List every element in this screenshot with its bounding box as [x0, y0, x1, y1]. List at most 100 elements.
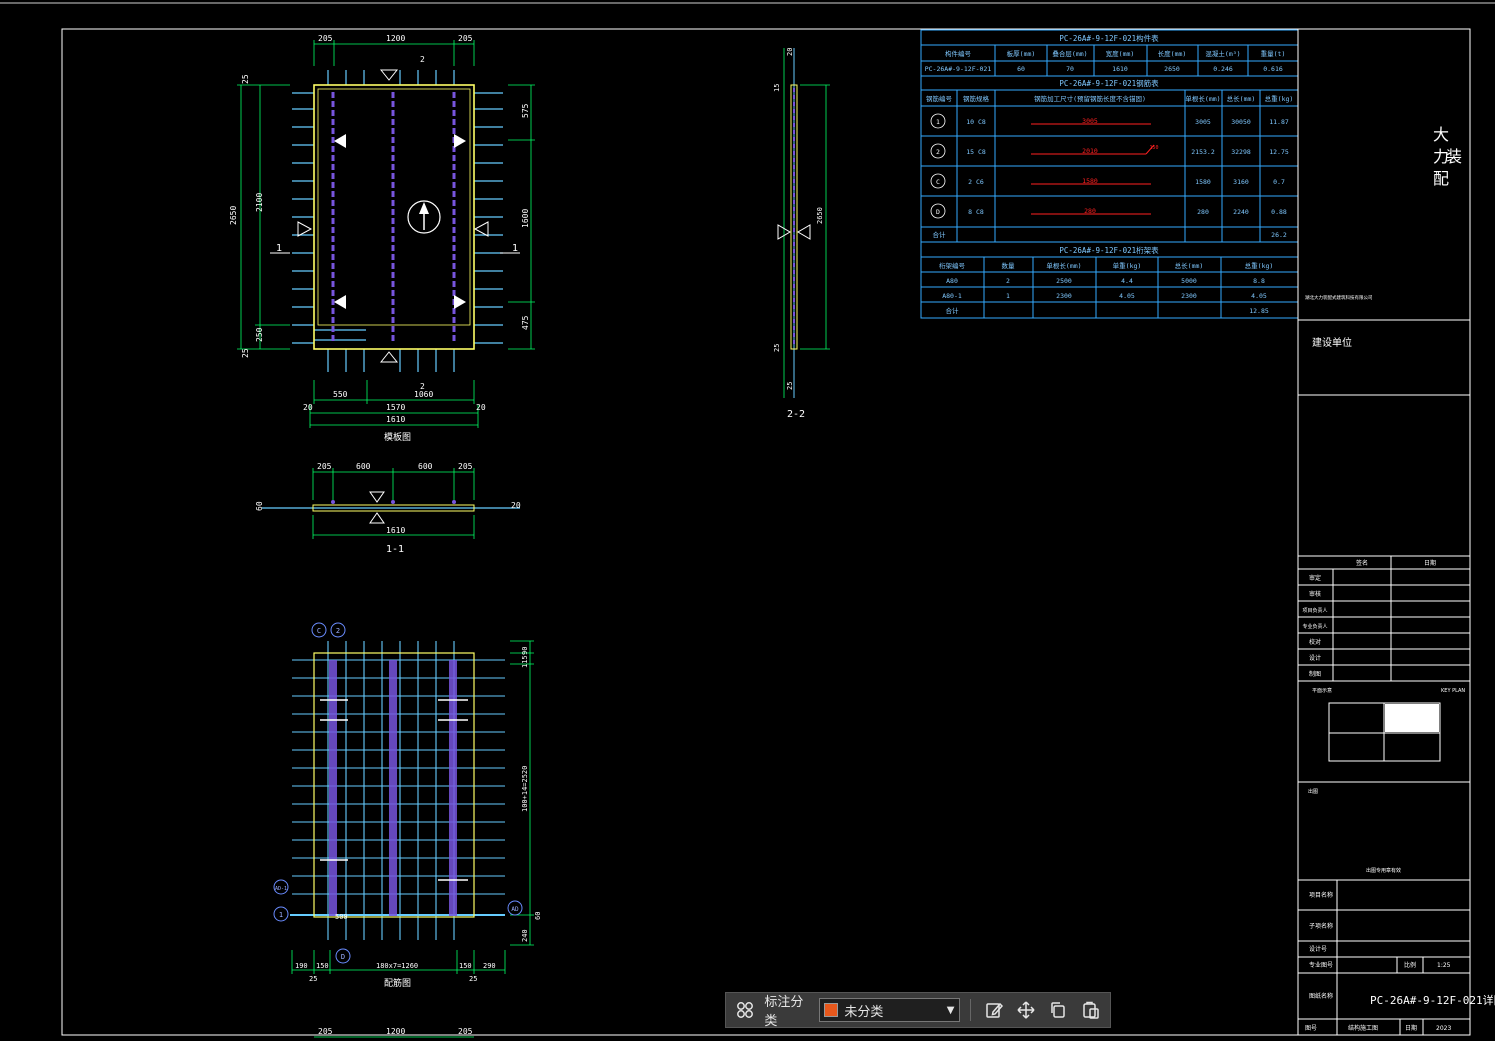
prop-c4: 2650 [1164, 65, 1180, 73]
rv-caption: 配筋图 [384, 977, 411, 989]
tag-text-1: 1 [279, 911, 283, 919]
s11-dim-bottom: 1610 [386, 526, 405, 535]
truss-h5: 总重(kg) [1245, 261, 1274, 270]
date-label: 日期 [1405, 1024, 1417, 1032]
rebar-h2: 钢筋加工尺寸(预留钢筋长度不含锚固) [1034, 94, 1146, 103]
cad-drawing-canvas[interactable]: 205 1200 205 2650 2100 25 250 25 575 160… [0, 0, 1495, 1041]
copy-icon[interactable] [1045, 996, 1071, 1024]
rv-right-1: 115 [521, 655, 529, 668]
truss-r0-c1: 2 [1006, 277, 1010, 285]
rebar-r3-id: D [936, 208, 940, 216]
prop-h2: 叠合层(mm) [1052, 49, 1087, 58]
prop-h1: 板厚(mm) [1007, 49, 1036, 58]
rv-right-0: 90 [521, 647, 529, 655]
tag-text-ad1: AD-1 [275, 886, 287, 892]
category-select[interactable]: 未分类 ▼ [819, 998, 960, 1022]
rv-bottom-4: 290 [483, 962, 496, 970]
truss-r0-c2: 2500 [1056, 277, 1072, 285]
rv-bottom-0: 190 [295, 962, 308, 970]
dim-bottom-total-2: 20 [476, 403, 486, 412]
truss-h4: 总长(mm) [1175, 261, 1204, 270]
section-mark-right: 1 [512, 243, 518, 254]
rebar-r2-spec: 2 C6 [968, 178, 984, 186]
paste-icon[interactable] [1078, 996, 1104, 1024]
s11-side-right: 20 [511, 501, 521, 510]
dim-bottom-1: 1060 [414, 390, 433, 399]
info-row-0: 项目名称 [1309, 891, 1333, 899]
truss-r0-c0: A80 [946, 277, 958, 285]
s11-dim-1: 600 [356, 462, 371, 471]
rebar-r3-total: 2240 [1233, 208, 1249, 216]
truss-r1-c4: 2300 [1181, 292, 1197, 300]
section-mark-left: 1 [276, 243, 282, 254]
dim-left-small-2: 25 [241, 348, 250, 358]
prop-c2: 70 [1066, 65, 1074, 73]
s22-label-3: 25 [786, 382, 794, 390]
section-2-2-view: 20 15 25 25 2650 2-2 [773, 48, 830, 420]
rebar-r0-spec: 10 C8 [966, 118, 986, 126]
dim-left-outer: 2650 [229, 206, 238, 225]
truss-total-label: 合计 [946, 306, 960, 315]
s22-caption: 2-2 [787, 409, 805, 420]
prop-h0: 构件编号 [945, 49, 972, 58]
truss-h2: 单根长(mm) [1046, 261, 1081, 270]
keyplan-label: 平面示意 [1312, 687, 1332, 694]
dim-left-inner: 2100 [255, 193, 264, 212]
dim-left-small-1: 250 [255, 327, 264, 342]
rebar-h0: 钢筋编号 [926, 94, 953, 103]
company-name: 湖北大力装配式建筑科技有限公司 [1305, 294, 1373, 301]
dim-bottom-total-1: 1570 [386, 403, 405, 412]
rv-bottom-3: 150 [459, 962, 472, 970]
sign-header-0: 签名 [1356, 559, 1368, 567]
prop-c3: 1610 [1112, 65, 1128, 73]
truss-r1-c0: A80-1 [942, 292, 962, 300]
truss-lines [331, 92, 456, 343]
truss-total-value: 12.85 [1249, 307, 1269, 315]
move-icon[interactable] [1013, 996, 1039, 1024]
truss-h0: 桁架编号 [939, 261, 966, 270]
date-value: 2023 [1436, 1025, 1451, 1032]
truss-r1-c3: 4.05 [1119, 292, 1135, 300]
dim-right-2: 475 [521, 315, 530, 330]
rv-right-2: 100+14=2520 [521, 766, 529, 812]
s22-label-2: 25 [773, 344, 781, 352]
dim-bottom-overall: 1610 [386, 415, 405, 424]
scale-label: 比例 [1404, 961, 1416, 969]
dim-bottom-total-0: 20 [303, 403, 313, 412]
edit-icon[interactable] [980, 996, 1006, 1024]
sign-row-3: 专业负责人 [1302, 623, 1327, 630]
s22-label-0: 20 [786, 48, 794, 56]
cutoff-dim-0: 205 [318, 1027, 333, 1036]
grid-icon[interactable] [732, 996, 758, 1024]
rebar-h1: 钢筋规格 [963, 94, 990, 103]
sign-row-5: 设计 [1309, 654, 1321, 662]
truss-r1-c2: 2300 [1056, 292, 1072, 300]
dim-right-1: 1600 [521, 209, 530, 228]
rebar-r0-total: 30050 [1231, 118, 1251, 126]
rebar-total-label: 合计 [933, 230, 947, 239]
dim-top-1: 1200 [386, 34, 405, 43]
reinforcement-view: C 2 AD-1 1 AD D 90 115 100+14=2520 240 6… [273, 622, 542, 989]
rebar-table-title: PC-26A#-9-12F-021钢筋表 [1059, 78, 1159, 88]
scale-value: 1:25 [1437, 962, 1451, 969]
prop-c6: 0.616 [1263, 65, 1283, 73]
cutoff-dim-2: 205 [458, 1027, 473, 1036]
cutoff-dim-1: 1200 [386, 1027, 405, 1036]
tag-text-2: 2 [336, 627, 340, 635]
s11-dim-3: 205 [458, 462, 473, 471]
rv-right-4: 60 [534, 912, 542, 920]
truss-r0-c4: 5000 [1181, 277, 1197, 285]
rebar-h5: 总重(kg) [1265, 94, 1294, 103]
drawing-name-label: 图纸名称 [1309, 992, 1333, 1000]
tag-text-d: D [341, 953, 345, 961]
prop-h4: 长度(mm) [1158, 49, 1187, 58]
keyplan-label-en: KEY PLAN [1441, 688, 1465, 694]
schedule-tables [920, 29, 1299, 319]
protruding-rebar [292, 70, 503, 372]
rebar-r2-total: 3160 [1233, 178, 1249, 186]
rebar-r3-weight: 0.88 [1271, 208, 1287, 216]
rebar-h3: 单根长(mm) [1185, 94, 1220, 103]
category-select-value: 未分类 [844, 1004, 884, 1020]
s11-caption: 1-1 [386, 544, 404, 555]
s11-dim-0: 205 [317, 462, 332, 471]
